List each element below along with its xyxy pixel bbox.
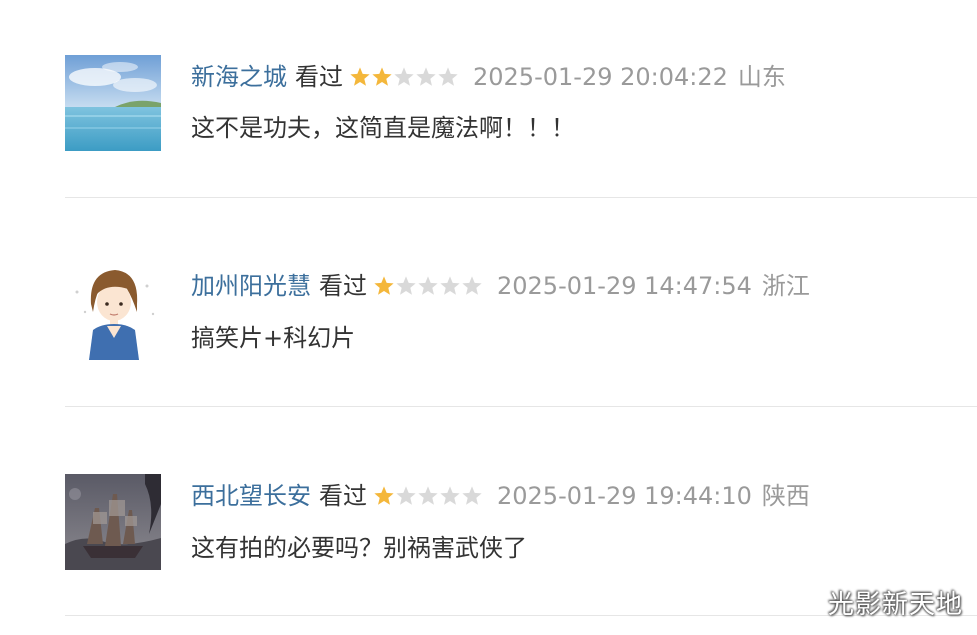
comment-text: 搞笑片+科幻片	[191, 324, 356, 352]
star-empty-icon	[396, 276, 416, 295]
star-rating	[373, 275, 483, 297]
star-empty-icon	[462, 276, 482, 295]
star-empty-icon	[418, 276, 438, 295]
username-link[interactable]: 加州阳光慧	[191, 266, 311, 306]
watch-status: 看过	[319, 272, 367, 300]
star-filled-icon	[374, 486, 394, 505]
comment-text: 这有拍的必要吗？别祸害武侠了	[191, 534, 527, 562]
comment-time: 2025-01-29 14:47:54	[497, 272, 752, 300]
watermark-text: 光影新天地	[827, 590, 963, 620]
ship-painting-avatar-image	[65, 474, 161, 570]
comment-region: 陕西	[761, 482, 810, 510]
watch-status: 看过	[319, 482, 367, 510]
star-filled-icon	[374, 276, 394, 295]
cartoon-girl-avatar-image	[65, 264, 161, 360]
avatar[interactable]	[65, 474, 161, 570]
comment-header: 西北望长安 看过 2025-01-29 19:44:10 陕西	[191, 476, 810, 516]
star-empty-icon	[418, 486, 438, 505]
comment-item: 西北望长安 看过 2025-01-29 19:44:10 陕西 这有拍的必要吗？…	[0, 0, 977, 616]
star-empty-icon	[440, 276, 460, 295]
comment-time: 2025-01-29 19:44:10	[497, 482, 752, 510]
star-empty-icon	[462, 486, 482, 505]
comment-region: 浙江	[761, 272, 810, 300]
avatar[interactable]	[65, 264, 161, 360]
username-link[interactable]: 西北望长安	[191, 476, 311, 516]
star-empty-icon	[396, 486, 416, 505]
star-rating	[373, 485, 483, 507]
comment-header: 加州阳光慧 看过 2025-01-29 14:47:54 浙江	[191, 266, 810, 306]
star-empty-icon	[440, 486, 460, 505]
divider	[65, 406, 977, 407]
